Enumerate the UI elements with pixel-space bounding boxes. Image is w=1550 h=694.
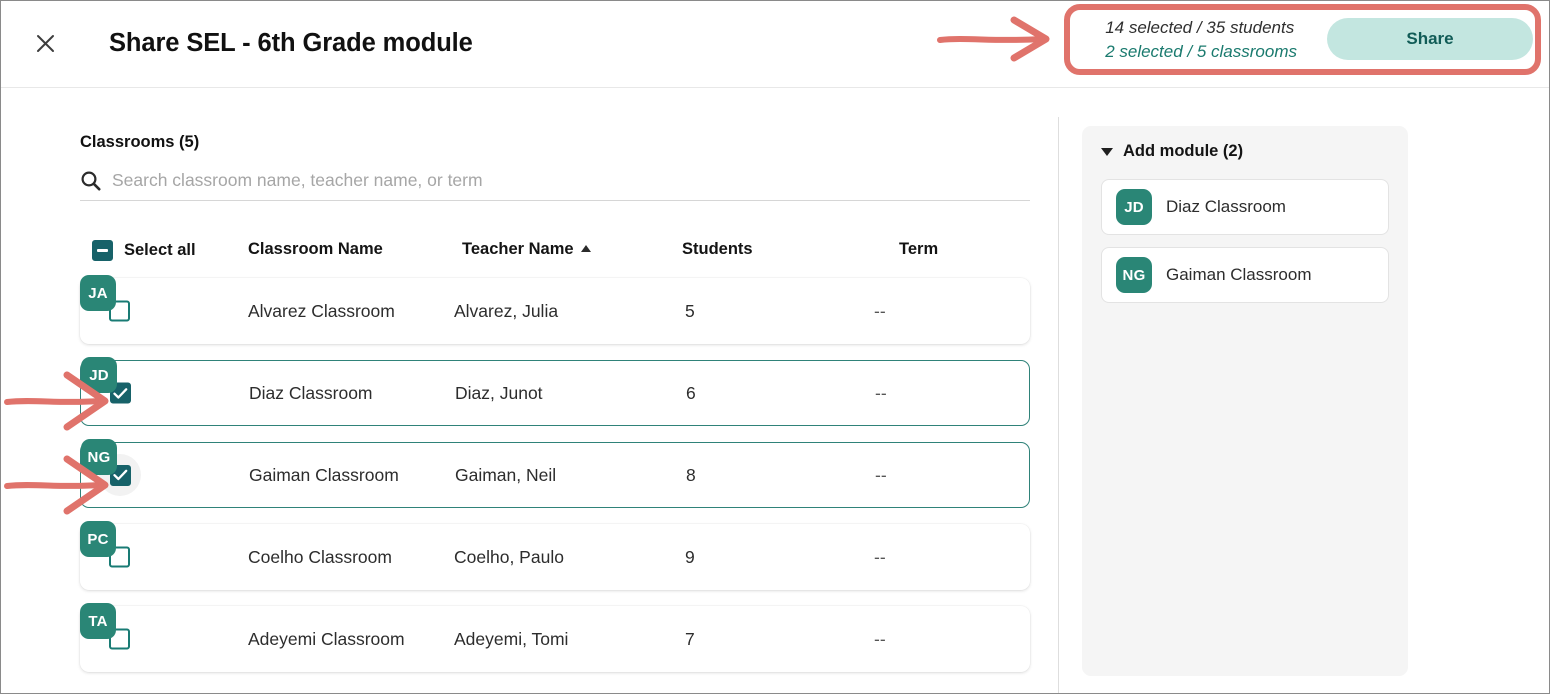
cell-term: --: [875, 464, 887, 485]
classrooms-selected-count: 2 selected / 5 classrooms: [1105, 41, 1297, 61]
chip-label: Diaz Classroom: [1166, 197, 1286, 216]
cell-students-count: 6: [686, 382, 696, 403]
cell-students-count: 9: [685, 546, 695, 567]
search-icon: [80, 170, 101, 191]
table-header-row: Select all Classroom Name Teacher Name S…: [80, 230, 1030, 270]
modal-header: Share SEL - 6th Grade module 14 selected…: [1, 1, 1549, 88]
table-row[interactable]: NG Gaiman Classroom Gaiman, Neil 8 --: [80, 439, 1030, 508]
avatar: JA: [80, 275, 116, 311]
cell-classroom-name: Adeyemi Classroom: [248, 628, 405, 649]
chip-label: Gaiman Classroom: [1166, 265, 1312, 284]
cell-classroom-name: Diaz Classroom: [249, 382, 373, 403]
add-module-label: Add module (2): [1123, 142, 1244, 160]
column-header-teacher-name-label: Teacher Name: [462, 240, 574, 258]
add-module-panel: Add module (2) JD Diaz Classroom NG Gaim…: [1082, 126, 1408, 676]
table-row[interactable]: JD Diaz Classroom Diaz, Junot 6 --: [80, 357, 1030, 426]
avatar: PC: [80, 521, 116, 557]
column-header-teacher-name[interactable]: Teacher Name: [462, 240, 591, 259]
sort-ascending-icon: [580, 245, 591, 252]
avatar: JD: [81, 357, 117, 393]
header-actions: 14 selected / 35 students 2 selected / 5…: [1105, 11, 1533, 67]
cell-classroom-name: Coelho Classroom: [248, 546, 392, 567]
cell-teacher-name: Adeyemi, Tomi: [454, 628, 569, 649]
column-header-term[interactable]: Term: [899, 240, 938, 259]
search-bar[interactable]: [80, 170, 1030, 201]
close-button[interactable]: [25, 23, 65, 63]
cell-term: --: [874, 546, 886, 567]
chevron-down-icon: [1101, 147, 1113, 156]
avatar: TA: [80, 603, 116, 639]
classroom-list: JA Alvarez Classroom Alvarez, Julia 5 --: [80, 275, 1030, 672]
avatar: JD: [1116, 189, 1152, 225]
column-divider: [1058, 117, 1059, 693]
share-modal: Share SEL - 6th Grade module 14 selected…: [0, 0, 1550, 694]
column-header-classroom-name[interactable]: Classroom Name: [248, 240, 383, 259]
column-header-students[interactable]: Students: [682, 240, 753, 259]
cell-term: --: [874, 628, 886, 649]
cell-term: --: [874, 300, 886, 321]
table-row[interactable]: TA Adeyemi Classroom Adeyemi, Tomi 7 --: [80, 603, 1030, 672]
classrooms-column: Classrooms (5) Select all Classroom Name: [80, 89, 1030, 688]
cell-term: --: [875, 382, 887, 403]
cell-teacher-name: Coelho, Paulo: [454, 546, 564, 567]
close-icon: [35, 33, 56, 54]
students-selected-count: 14 selected / 35 students: [1105, 17, 1295, 37]
cell-classroom-name: Gaiman Classroom: [249, 464, 399, 485]
selected-classroom-chip[interactable]: JD Diaz Classroom: [1101, 179, 1389, 235]
cell-teacher-name: Alvarez, Julia: [454, 300, 559, 321]
share-button[interactable]: Share: [1327, 18, 1533, 60]
select-all-label: Select all: [124, 241, 196, 259]
selected-classroom-chip[interactable]: NG Gaiman Classroom: [1101, 247, 1389, 303]
cell-teacher-name: Diaz, Junot: [455, 382, 543, 403]
selection-summary: 14 selected / 35 students 2 selected / 5…: [1105, 16, 1297, 63]
modal-body: Classrooms (5) Select all Classroom Name: [1, 89, 1549, 693]
avatar: NG: [81, 439, 117, 475]
cell-students-count: 7: [685, 628, 695, 649]
add-module-toggle[interactable]: Add module (2): [1101, 142, 1389, 161]
table-row[interactable]: PC Coelho Classroom Coelho, Paulo 9 --: [80, 521, 1030, 590]
avatar: NG: [1116, 257, 1152, 293]
select-all-control[interactable]: Select all: [92, 240, 196, 261]
table-row[interactable]: JA Alvarez Classroom Alvarez, Julia 5 --: [80, 275, 1030, 344]
cell-teacher-name: Gaiman, Neil: [455, 464, 557, 485]
cell-students-count: 5: [685, 300, 695, 321]
cell-students-count: 8: [686, 464, 696, 485]
select-all-checkbox[interactable]: [92, 240, 113, 261]
search-input[interactable]: [112, 170, 1030, 191]
page-title: Share SEL - 6th Grade module: [109, 29, 473, 57]
cell-classroom-name: Alvarez Classroom: [248, 300, 395, 321]
classrooms-section-title: Classrooms (5): [80, 133, 200, 151]
